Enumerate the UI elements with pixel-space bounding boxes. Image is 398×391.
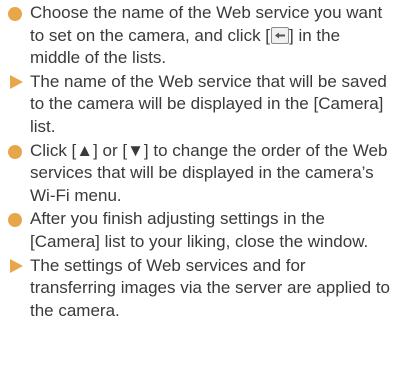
step-close-window: After you finish adjusting settings in t… <box>8 208 392 253</box>
result-text: The settings of Web services and for tra… <box>30 255 391 320</box>
orange-bullet-icon <box>8 7 22 21</box>
instruction-list: Choose the name of the Web service you w… <box>0 0 398 391</box>
orange-triangle-icon <box>10 258 23 273</box>
left-arrow-icon <box>271 26 290 44</box>
orange-triangle-icon <box>10 74 23 89</box>
orange-bullet-icon <box>8 213 22 228</box>
result-settings-applied: The settings of Web services and for tra… <box>8 255 392 323</box>
step-change-order: Click [▲] or [▼] to change the order of … <box>8 140 392 208</box>
orange-bullet-icon <box>8 144 22 159</box>
step-text: After you finish adjusting settings in t… <box>30 209 369 251</box>
result-name-displayed: The name of the Web service that will be… <box>8 71 392 139</box>
step-choose-web-service: Choose the name of the Web service you w… <box>8 2 392 70</box>
result-text: The name of the Web service that will be… <box>30 71 387 136</box>
step-text: Click [▲] or [▼] to change the order of … <box>30 140 388 205</box>
